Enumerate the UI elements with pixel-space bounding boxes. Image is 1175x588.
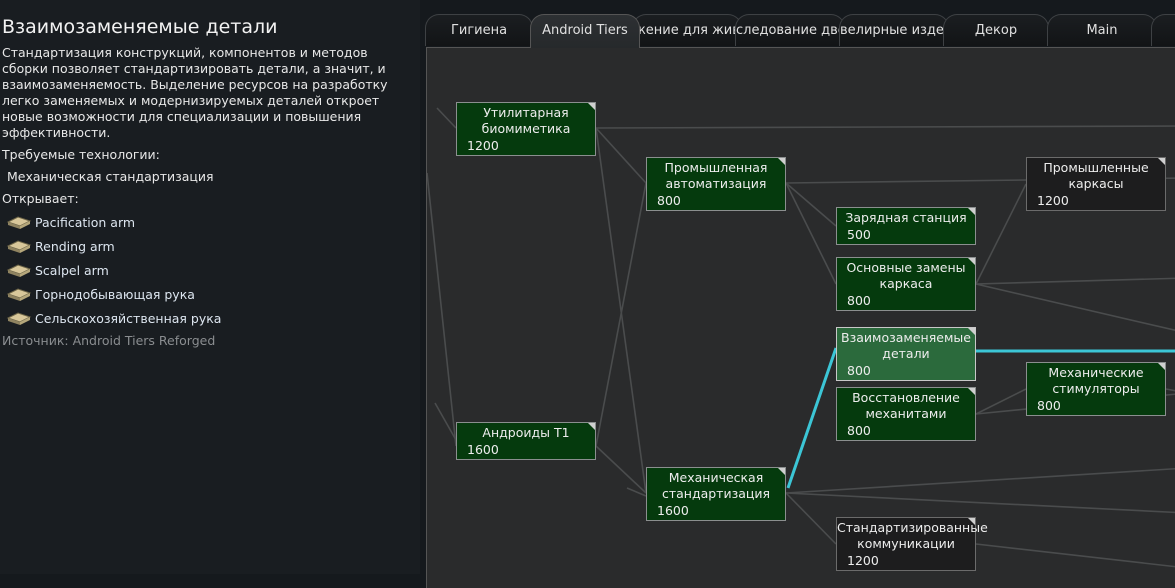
- tech-node-cost: 800: [1037, 397, 1061, 413]
- unlock-item[interactable]: Scalpel arm: [6, 259, 109, 281]
- tech-node-name: Стандартизированные коммуникации: [837, 520, 988, 551]
- tech-link-line: [436, 107, 457, 129]
- tech-link-line: [975, 277, 1175, 285]
- node-corner-marker: [588, 423, 595, 430]
- tech-link-line: [975, 183, 1027, 285]
- tech-node-name: Утилитарная биомиметика: [481, 105, 571, 136]
- arm-part-icon: [6, 237, 32, 255]
- project-title: Взаимозаменяемые детали: [2, 16, 278, 38]
- tech-node-name: Андроиды T1: [482, 425, 570, 440]
- tab-item[interactable]: Гигиена: [425, 14, 533, 46]
- tech-tree-canvas[interactable]: Утилитарная биомиметика 1200 Андроиды T1 16…: [426, 47, 1175, 588]
- tech-node-cost: 800: [847, 362, 871, 378]
- source-label: Источник: Android Tiers Reforged: [2, 333, 216, 348]
- tab-item[interactable]: Main: [1047, 14, 1157, 46]
- tech-node[interactable]: Механические стимуляторы 800: [1026, 362, 1166, 416]
- node-corner-marker: [968, 388, 975, 395]
- node-corner-marker: [968, 328, 975, 335]
- tech-node-name: Восстановление механитами: [852, 390, 960, 421]
- tech-link-line: [595, 127, 647, 184]
- tech-node-name: Основные замены каркаса: [846, 260, 966, 291]
- tech-link-line: [626, 487, 647, 497]
- tech-link-line: [975, 283, 1175, 332]
- research-tabs: Гигиена Android Tiers жение для жив следова…: [425, 14, 1175, 48]
- arm-part-icon: [6, 285, 32, 303]
- tech-node[interactable]: Механическая стандартизация 1600: [646, 467, 786, 521]
- unlock-item-label: Горнодобывающая рука: [35, 286, 195, 302]
- node-corner-marker: [588, 103, 595, 110]
- unlock-item-label: Pacification arm: [35, 214, 136, 230]
- tab-item[interactable]: жение для жив: [632, 14, 742, 46]
- tech-link-line: [1165, 388, 1175, 392]
- tab-item[interactable]: Декор: [943, 14, 1049, 46]
- tech-link-line: [785, 492, 837, 545]
- tech-node-cost: 1200: [1037, 192, 1069, 208]
- tech-node-name: Промышленная автоматизация: [664, 160, 768, 191]
- node-corner-marker: [778, 468, 785, 475]
- tech-link-line: [785, 182, 837, 227]
- project-description: Стандартизация конструкций, компонентов …: [2, 45, 388, 140]
- tech-node-name: Промышленные каркасы: [1043, 160, 1149, 191]
- tech-node[interactable]: Основные замены каркаса 800: [836, 257, 976, 311]
- tech-node-name: Механическая стандартизация: [661, 470, 771, 501]
- unlocks-label: Открывает:: [2, 191, 79, 206]
- unlock-item-label: Сельскохозяйственная рука: [35, 310, 222, 326]
- tech-node-cost: 1600: [657, 502, 689, 518]
- tech-node[interactable]: Андроиды T1 1600: [456, 422, 596, 460]
- tech-node[interactable]: Промышленная автоматизация 800: [646, 157, 786, 211]
- tech-link-line: [595, 182, 647, 447]
- tech-node-cost: 1600: [467, 441, 499, 457]
- tab-item[interactable]: Android Tiers: [530, 14, 640, 48]
- node-corner-marker: [968, 518, 975, 525]
- tech-node-cost: 800: [847, 292, 871, 308]
- tech-node-cost: 500: [847, 226, 871, 242]
- unlock-item-label: Rending arm: [35, 238, 115, 254]
- tech-node[interactable]: Стандартизированные коммуникации 1200: [836, 517, 988, 571]
- tech-node[interactable]: Восстановление механитами 800: [836, 387, 976, 441]
- tech-link-line: [785, 492, 1175, 514]
- tech-link-line: [785, 182, 837, 285]
- arm-part-icon: [6, 309, 32, 327]
- tech-node[interactable]: Взаимозаменяемые детали 800: [836, 327, 976, 381]
- tech-link-line: [786, 347, 838, 489]
- node-corner-marker: [968, 208, 975, 215]
- node-corner-marker: [778, 158, 785, 165]
- node-corner-marker: [1158, 158, 1165, 165]
- unlock-item[interactable]: Сельскохозяйственная рука: [6, 307, 221, 329]
- unlock-item[interactable]: Rending arm: [6, 235, 115, 257]
- tech-link-line: [427, 172, 457, 447]
- arm-part-icon: [6, 261, 32, 279]
- tech-node-cost: 800: [847, 422, 871, 438]
- tab-item[interactable]: [1151, 14, 1175, 46]
- tech-node-name: Механические стимуляторы: [1048, 365, 1144, 396]
- project-info-panel: Взаимозаменяемые детали Стандартизация к…: [0, 0, 420, 574]
- tech-node-cost: 1200: [847, 552, 879, 568]
- node-corner-marker: [968, 258, 975, 265]
- unlock-item-label: Scalpel arm: [35, 262, 109, 278]
- tech-node[interactable]: Промышленные каркасы 1200: [1026, 157, 1166, 211]
- node-corner-marker: [1158, 363, 1165, 370]
- tech-node[interactable]: Зарядная станция 500: [836, 207, 976, 245]
- required-tech-label: Требуемые технологии:: [2, 147, 160, 162]
- tab-item[interactable]: следование две: [735, 14, 845, 46]
- tech-node-name: Взаимозаменяемые детали: [841, 330, 971, 361]
- arm-part-icon: [6, 213, 32, 231]
- tech-link-line: [595, 125, 1175, 129]
- unlock-item[interactable]: Горнодобывающая рука: [6, 283, 195, 305]
- tech-node[interactable]: Утилитарная биомиметика 1200: [456, 102, 596, 156]
- tech-link-line: [785, 467, 1175, 494]
- tech-link-line: [595, 445, 647, 494]
- tech-node-name: Зарядная станция: [845, 210, 967, 225]
- unlock-item[interactable]: Pacification arm: [6, 211, 135, 233]
- tab-item[interactable]: велирные издел: [839, 14, 949, 46]
- required-tech-link[interactable]: Механическая стандартизация: [7, 169, 214, 184]
- tech-node-cost: 1200: [467, 137, 499, 153]
- tech-link-line: [975, 543, 1175, 568]
- tech-node-cost: 800: [657, 192, 681, 208]
